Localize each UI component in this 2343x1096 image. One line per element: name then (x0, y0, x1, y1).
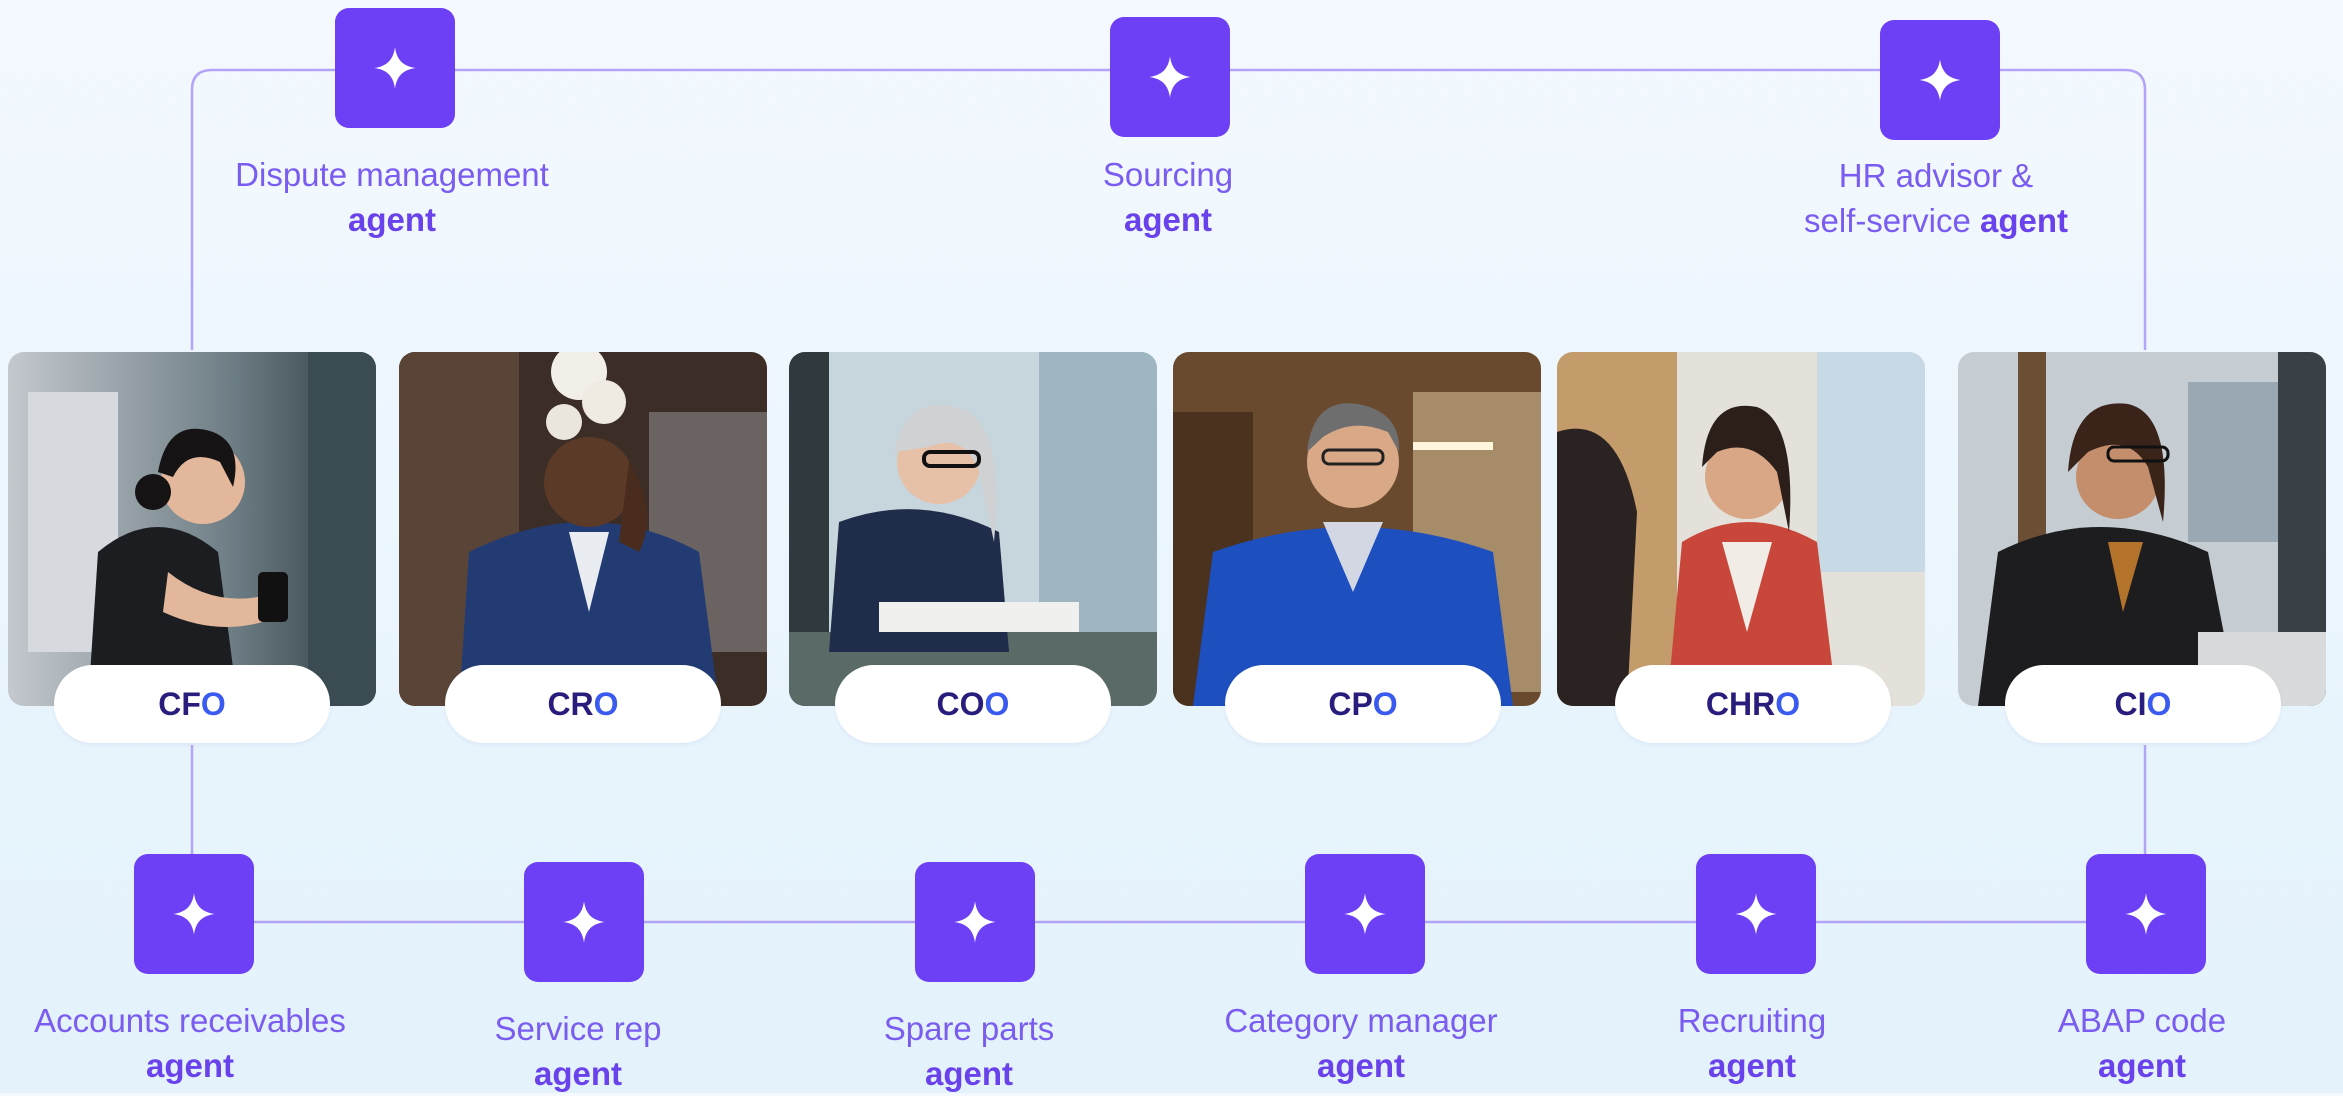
role-pill-cio[interactable]: CI O (2005, 665, 2281, 743)
agent-label-bold: agent (924, 1055, 1013, 1092)
agent-label-line1: HR advisor & (1838, 157, 2034, 194)
agent-label-service-rep: Service rep agent (358, 1006, 798, 1096)
role-suffix: O (200, 685, 226, 722)
cio-photo (1958, 352, 2326, 706)
role-suffix: O (1372, 685, 1398, 722)
role-pill-cfo[interactable]: CF O (54, 665, 330, 743)
photo-card-coo (789, 352, 1157, 706)
agent-label-prefix: self-service (1803, 202, 1981, 239)
sparkle-icon (954, 901, 996, 943)
agent-icon-spare-parts[interactable] (915, 862, 1035, 982)
agent-icon-category-manager[interactable] (1305, 854, 1425, 974)
agent-icon-accounts-receivables[interactable] (134, 854, 254, 974)
agent-label-bold: agent (1980, 202, 2069, 239)
chro-photo (1557, 352, 1925, 706)
agent-label-line1: Accounts receivables (34, 1002, 346, 1039)
role-pill-cro[interactable]: CR O (445, 665, 721, 743)
sparkle-icon (563, 901, 605, 943)
agent-label-bold: agent (1316, 1047, 1405, 1084)
photo-card-cpo (1173, 352, 1541, 706)
agent-icon-abap-code[interactable] (2086, 854, 2206, 974)
role-pill-coo[interactable]: CO O (835, 665, 1111, 743)
agent-icon-hr-advisor[interactable] (1880, 20, 2000, 140)
agent-label-line1: ABAP code (2057, 1002, 2227, 1039)
agent-label-bold: agent (2097, 1047, 2186, 1084)
agent-label-bold: agent (1123, 201, 1212, 238)
agent-label-bold: agent (347, 201, 436, 238)
sparkle-icon (173, 893, 215, 935)
sparkle-icon (1735, 893, 1777, 935)
photo-card-cfo (8, 352, 376, 706)
role-prefix: CF (158, 685, 201, 722)
cpo-photo (1173, 352, 1541, 706)
role-prefix: CR (547, 685, 594, 722)
role-pill-cpo[interactable]: CP O (1225, 665, 1501, 743)
role-prefix: CP (1328, 685, 1373, 722)
role-prefix: CHR (1705, 685, 1776, 722)
role-suffix: O (593, 685, 619, 722)
role-suffix: O (1775, 685, 1801, 722)
agent-label-bold: agent (533, 1055, 622, 1092)
photo-card-cro (399, 352, 767, 706)
cfo-photo (8, 352, 376, 706)
sparkle-icon (1344, 893, 1386, 935)
agent-label-line1: Spare parts (883, 1010, 1055, 1047)
agent-label-line1: Sourcing (1102, 156, 1234, 193)
role-prefix: CO (936, 685, 985, 722)
agent-label-bold: agent (145, 1047, 234, 1084)
photo-card-chro (1557, 352, 1925, 706)
sparkle-icon (374, 47, 416, 89)
sparkle-icon (2125, 893, 2167, 935)
photo-card-cio (1958, 352, 2326, 706)
agent-label-accounts-receivables: Accounts receivables agent (0, 998, 410, 1088)
agent-label-recruiting: Recruiting agent (1532, 998, 1972, 1088)
role-pill-chro[interactable]: CHR O (1615, 665, 1891, 743)
cro-photo (399, 352, 767, 706)
agent-icon-service-rep[interactable] (524, 862, 644, 982)
agent-label-spare-parts: Spare parts agent (749, 1006, 1189, 1096)
agent-label-line1: Dispute management (235, 156, 549, 193)
agent-label-hr-advisor: HR advisor & self-service agent (1716, 153, 2156, 243)
agent-label-line1: Category manager (1224, 1002, 1498, 1039)
agent-label-dispute-management: Dispute management agent (172, 152, 612, 242)
sparkle-icon (1919, 59, 1961, 101)
agent-label-line1: Service rep (494, 1010, 662, 1047)
sparkle-icon (1149, 56, 1191, 98)
coo-photo (789, 352, 1157, 706)
role-prefix: CI (2114, 685, 2147, 722)
agent-label-line1: Recruiting (1677, 1002, 1827, 1039)
agent-icon-dispute-management[interactable] (335, 8, 455, 128)
agent-label-abap-code: ABAP code agent (1922, 998, 2343, 1088)
agent-label-category-manager: Category manager agent (1141, 998, 1581, 1088)
agent-icon-sourcing[interactable] (1110, 17, 1230, 137)
agent-label-sourcing: Sourcing agent (948, 152, 1388, 242)
role-suffix: O (984, 685, 1010, 722)
agent-icon-recruiting[interactable] (1696, 854, 1816, 974)
role-suffix: O (2146, 685, 2172, 722)
agent-label-bold: agent (1707, 1047, 1796, 1084)
